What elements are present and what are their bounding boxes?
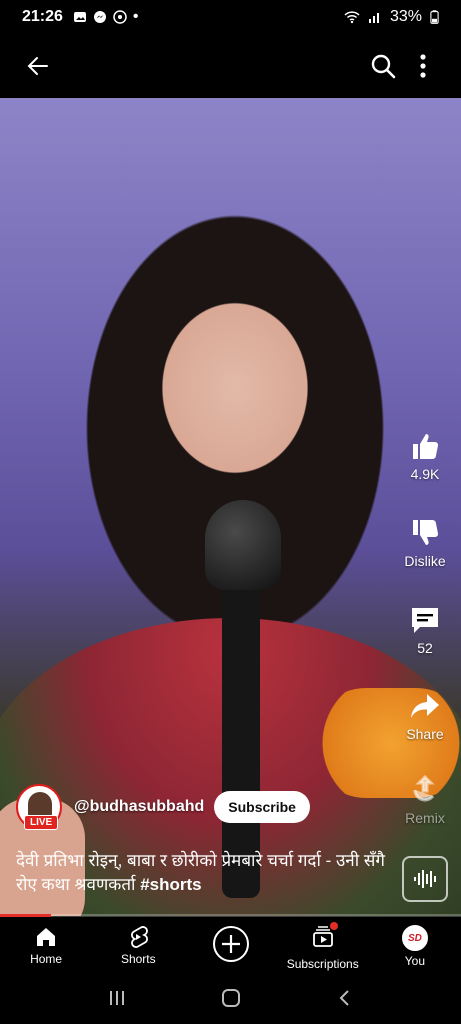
dislike-button[interactable]: Dislike — [399, 517, 451, 569]
share-label: Share — [406, 726, 444, 742]
comments-button[interactable]: 52 — [399, 604, 451, 656]
channel-handle[interactable]: @budhasubbahd — [74, 798, 204, 816]
top-bar — [0, 34, 461, 98]
nav-shorts-label: Shorts — [120, 952, 156, 966]
nav-subscriptions-label: Subscriptions — [286, 957, 359, 971]
search-icon — [371, 54, 396, 79]
more-options-button[interactable] — [403, 46, 443, 86]
subscribe-button[interactable]: Subscribe — [214, 791, 310, 823]
recent-apps-icon[interactable] — [107, 988, 127, 1008]
search-button[interactable] — [363, 46, 403, 86]
status-bar: 21:26 • 33% — [0, 0, 461, 34]
thumbs-down-icon — [413, 520, 439, 545]
battery-percent: 33% — [389, 8, 422, 25]
remix-icon — [413, 774, 435, 802]
comment-icon — [412, 608, 438, 633]
nav-home[interactable]: Home — [0, 925, 92, 966]
nav-subscriptions[interactable]: Subscriptions — [277, 922, 369, 971]
back-button[interactable] — [18, 46, 58, 86]
messenger-icon — [93, 11, 106, 23]
video-caption[interactable]: देवी प्रतिभा रोइन्, बाबा र छोरीको प्रेमब… — [16, 849, 386, 897]
you-avatar-text: SD — [407, 932, 422, 944]
subscriptions-badge — [329, 922, 338, 930]
status-dot: • — [132, 8, 139, 25]
status-right: 33% — [344, 8, 439, 26]
video-scene-microphone — [205, 500, 281, 590]
remix-button[interactable]: Remix — [399, 774, 451, 826]
remix-label: Remix — [405, 810, 445, 826]
subscriptions-icon-wrap — [311, 922, 338, 954]
like-count: 4.9K — [410, 466, 440, 482]
back-arrow-icon — [27, 57, 48, 75]
dislike-label: Dislike — [404, 553, 446, 569]
home-system-icon[interactable] — [220, 987, 242, 1009]
share-button[interactable]: Share — [399, 690, 451, 742]
caption-hashtag[interactable]: #shorts — [140, 875, 201, 894]
like-button[interactable]: 4.9K — [399, 430, 451, 482]
home-icon — [37, 928, 56, 946]
wifi-icon — [344, 11, 360, 24]
nav-shorts[interactable]: Shorts — [92, 925, 184, 966]
nav-you[interactable]: SD You — [369, 925, 461, 968]
battery-icon — [430, 10, 439, 24]
you-avatar: SD — [401, 925, 428, 951]
nav-home-label: Home — [30, 952, 63, 966]
audio-waveform-icon — [414, 870, 436, 888]
nav-you-label: You — [404, 954, 426, 968]
gallery-icon — [73, 12, 86, 22]
status-time: 21:26 — [22, 8, 63, 25]
bottom-navigation: Home Shorts Subscriptions SD You — [0, 917, 461, 977]
more-vertical-icon — [420, 54, 426, 78]
viber-icon — [113, 10, 127, 24]
comment-count: 52 — [417, 640, 433, 656]
live-badge: LIVE — [24, 815, 59, 830]
shorts-icon — [131, 926, 149, 948]
channel-row: @budhasubbahd Subscribe — [16, 784, 310, 830]
notification-icons: • — [73, 8, 139, 26]
share-icon — [411, 694, 439, 718]
sound-button[interactable] — [402, 856, 448, 902]
back-system-icon[interactable] — [335, 988, 355, 1008]
nav-create[interactable] — [184, 925, 276, 963]
system-navigation-bar — [0, 972, 461, 1024]
create-plus-icon — [212, 926, 249, 962]
thumbs-up-icon — [413, 434, 439, 459]
signal-icon — [368, 13, 379, 23]
